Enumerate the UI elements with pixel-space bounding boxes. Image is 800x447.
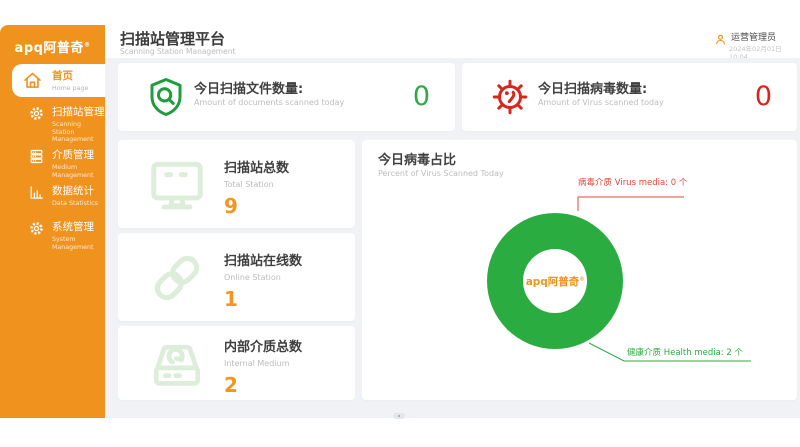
- sidebar-item-label: 介质管理: [52, 147, 102, 162]
- stat-label: 扫描站在线数: [224, 250, 302, 269]
- gear-icon: [28, 105, 45, 122]
- card-internal-medium: 内部介质总数 Internal Medium 2: [118, 326, 355, 400]
- stat-sublabel: Amount of Virus scanned today: [538, 98, 664, 107]
- stat-value-online-stations: 1: [224, 287, 302, 311]
- sidebar-item-label: 扫描站管理: [52, 104, 102, 119]
- stat-sublabel: Internal Medium: [224, 359, 302, 368]
- sidebar-item-label: 数据统计: [52, 183, 102, 198]
- monitor-icon: [140, 154, 214, 216]
- chart-title: 今日病毒占比: [378, 149, 456, 168]
- user-name: 运营管理员: [731, 30, 776, 43]
- card-virus-scanned: 今日扫描病毒数量: Amount of Virus scanned today …: [462, 63, 797, 131]
- card-online-stations: 扫描站在线数 Online Station 1: [118, 233, 355, 321]
- server-icon: [28, 148, 45, 165]
- stat-sublabel: Amount of documents scanned today: [194, 98, 344, 107]
- health-media-callout: 健康介质 Health media: 2 个: [627, 346, 743, 358]
- stat-label: 内部介质总数: [224, 336, 302, 355]
- stat-sublabel: Online Station: [224, 273, 302, 282]
- sidebar-item-data-statistics[interactable]: 数据统计 Data Statistics: [0, 183, 105, 217]
- chart-subtitle: Percent of Virus Scanned Today: [378, 169, 504, 178]
- sidebar-item-sublabel: Home page: [52, 85, 102, 93]
- donut-center: apq阿普奇®: [523, 249, 587, 313]
- sidebar-item-sublabel: Data Statistics: [52, 200, 102, 208]
- bar-chart-icon: [28, 184, 45, 201]
- user-icon: [714, 33, 727, 46]
- donut-center-logo: apq阿普奇®: [526, 274, 585, 289]
- stat-value-total-stations: 9: [224, 194, 289, 218]
- stat-value-virus: 0: [755, 77, 772, 117]
- sidebar-item-sublabel: Scanning Station Management: [52, 121, 102, 144]
- brand-logo: apq阿普奇®: [0, 37, 105, 56]
- stat-sublabel: Total Station: [224, 180, 289, 189]
- sidebar-item-label: 首页: [52, 68, 102, 83]
- stat-value-documents: 0: [413, 77, 430, 117]
- drive-arrow-icon: [140, 333, 214, 395]
- donut-ring: apq阿普奇®: [487, 213, 623, 349]
- sidebar-item-home[interactable]: 首页 Home page: [12, 64, 105, 97]
- brand-logo-text: apq阿普奇: [15, 41, 84, 56]
- sidebar-item-sublabel: System Management: [52, 236, 102, 251]
- user-account[interactable]: [714, 33, 727, 46]
- dashboard-page: apq阿普奇® 首页 Home page 扫描站管理 Scanning Stat…: [0, 0, 800, 447]
- card-documents-scanned: 今日扫描文件数量: Amount of documents scanned to…: [118, 63, 455, 131]
- virus-icon: [489, 76, 531, 118]
- home-icon: [22, 70, 43, 91]
- sidebar: apq阿普奇® 首页 Home page 扫描站管理 Scanning Stat…: [0, 25, 105, 418]
- gear-icon: [28, 220, 45, 237]
- stat-label: 扫描站总数: [224, 157, 289, 176]
- page-title: 扫描站管理平台: [120, 28, 225, 49]
- scroll-indicator: [393, 413, 405, 419]
- link-icon: [140, 247, 214, 309]
- card-total-stations: 扫描站总数 Total Station 9: [118, 140, 355, 228]
- sidebar-item-system[interactable]: 系统管理 System Management: [0, 219, 105, 253]
- topbar: 扫描站管理平台 Scanning Station Management 运营管理…: [105, 25, 800, 58]
- sidebar-item-label: 系统管理: [52, 219, 102, 234]
- stat-label: 今日扫描文件数量:: [194, 78, 303, 97]
- main-content: 今日扫描文件数量: Amount of documents scanned to…: [105, 58, 800, 418]
- sidebar-item-sublabel: Medium Management: [52, 164, 102, 179]
- stat-value-internal-medium: 2: [224, 373, 302, 397]
- virus-media-callout: 病毒介质 Virus media: 0 个: [578, 176, 687, 188]
- sidebar-item-scanning-station[interactable]: 扫描站管理 Scanning Station Management: [0, 104, 105, 138]
- virus-ratio-panel: 今日病毒占比 Percent of Virus Scanned Today 病毒…: [362, 140, 797, 400]
- stat-label: 今日扫描病毒数量:: [538, 78, 647, 97]
- shield-search-icon: [145, 76, 187, 118]
- sidebar-item-medium[interactable]: 介质管理 Medium Management: [0, 147, 105, 181]
- page-subtitle: Scanning Station Management: [120, 47, 235, 56]
- registered-mark: ®: [84, 42, 91, 49]
